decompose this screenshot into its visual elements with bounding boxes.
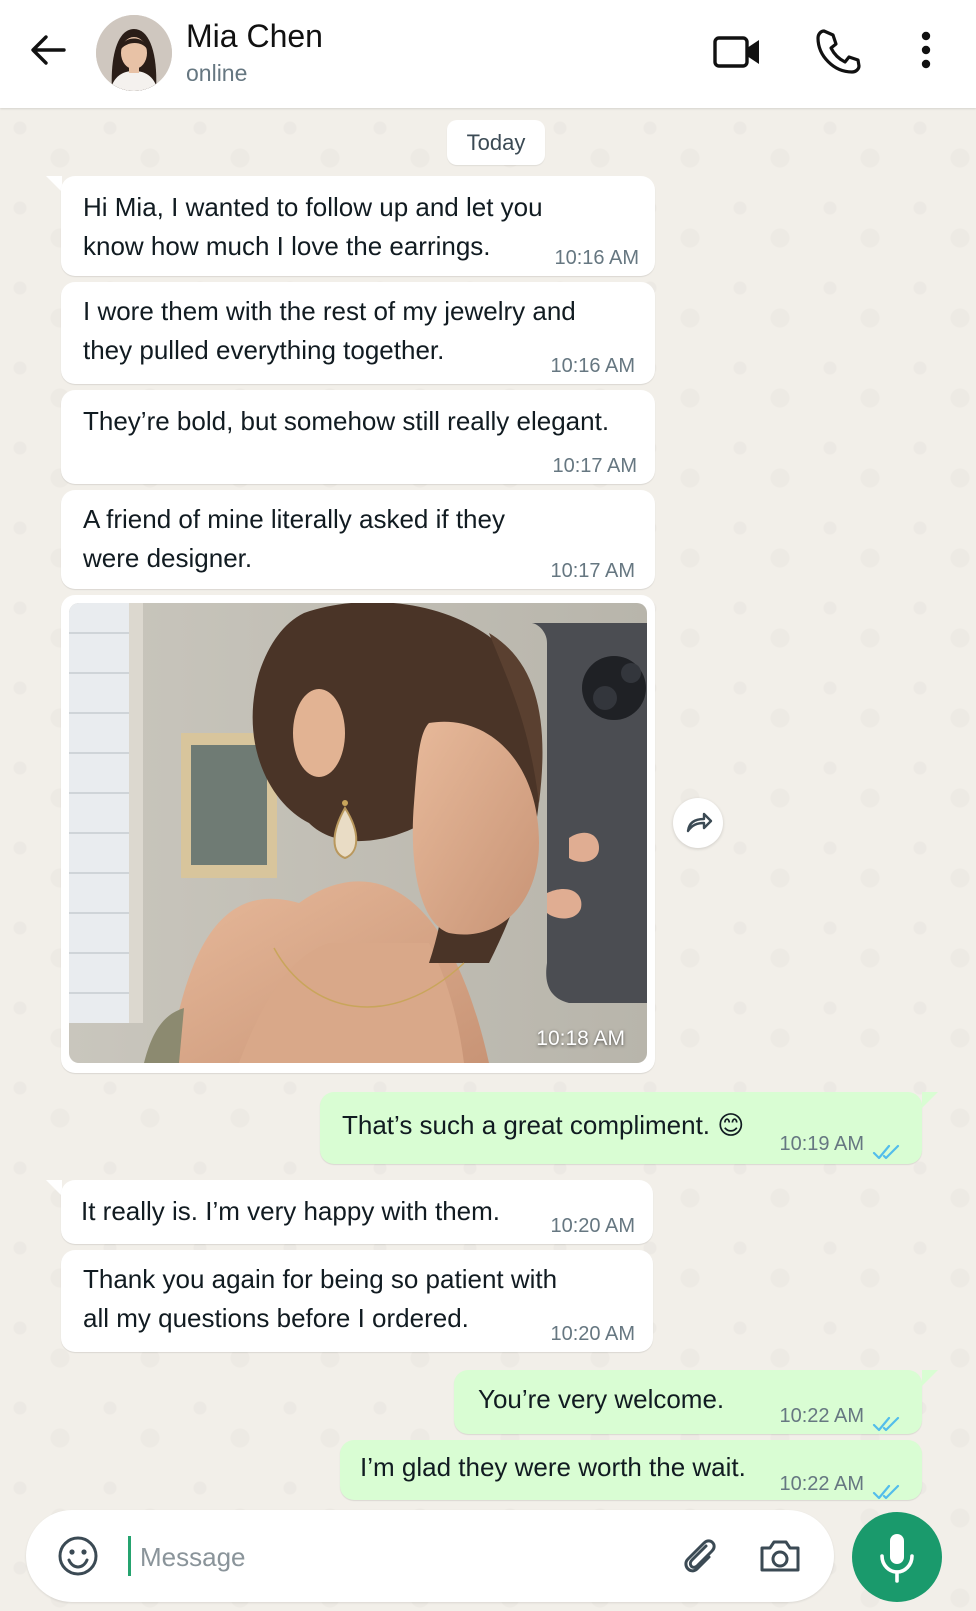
- incoming-message[interactable]: It really is. I’m very happy with them. …: [61, 1180, 653, 1244]
- message-time: 10:22 AM: [779, 1405, 864, 1427]
- message-text: they pulled everything together.: [83, 335, 445, 365]
- outgoing-message[interactable]: You’re very welcome. 10:22 AM: [454, 1370, 922, 1434]
- message-text: It really is. I’m very happy with them.: [81, 1196, 501, 1226]
- chat-header: Mia Chen online: [0, 0, 976, 108]
- incoming-message[interactable]: Hi Mia, I wanted to follow up and let yo…: [61, 176, 655, 276]
- camera-icon[interactable]: [756, 1532, 804, 1580]
- bubble-tail: [46, 1180, 62, 1196]
- message-text: I’m glad they were worth the wait.: [360, 1452, 746, 1482]
- incoming-message[interactable]: I wore them with the rest of my jewelry …: [61, 282, 655, 384]
- message-time: 10:17 AM: [552, 455, 637, 477]
- message-text: Hi Mia, I wanted to follow up and let yo…: [83, 192, 543, 222]
- message-text: You’re very welcome.: [478, 1384, 725, 1414]
- forward-icon[interactable]: [673, 798, 723, 848]
- outgoing-message[interactable]: That’s such a great compliment. 😊 10:19 …: [320, 1092, 922, 1164]
- photo-thumbnail[interactable]: 10:18 AM: [69, 603, 647, 1063]
- photo-time: 10:18 AM: [536, 1027, 625, 1050]
- contact-name[interactable]: Mia Chen: [186, 18, 323, 55]
- more-options-icon[interactable]: [904, 26, 948, 78]
- message-text: all my questions before I ordered.: [83, 1303, 469, 1333]
- message-time: 10:19 AM: [779, 1133, 864, 1155]
- message-time: 10:20 AM: [550, 1323, 635, 1345]
- avatar[interactable]: [96, 15, 172, 91]
- voice-call-icon[interactable]: [812, 26, 864, 78]
- text-caret: [128, 1536, 131, 1576]
- incoming-message[interactable]: Thank you again for being so patient wit…: [61, 1250, 653, 1352]
- message-text: A friend of mine literally asked if they: [83, 504, 505, 534]
- message-text: know how much I love the earrings.: [83, 231, 491, 261]
- message-time: 10:17 AM: [550, 560, 635, 582]
- message-text: That’s such a great compliment. 😊: [342, 1110, 745, 1140]
- message-time: 10:16 AM: [550, 355, 635, 377]
- message-text: were designer.: [83, 543, 253, 573]
- microphone-icon[interactable]: [852, 1512, 942, 1602]
- incoming-photo-message[interactable]: 10:18 AM: [61, 595, 655, 1073]
- read-receipt-icon: [872, 1406, 904, 1432]
- contact-status: online: [186, 60, 248, 86]
- message-text: Thank you again for being so patient wit…: [83, 1264, 558, 1294]
- message-time: 10:20 AM: [550, 1215, 635, 1237]
- message-time: 10:22 AM: [779, 1473, 864, 1495]
- date-separator: Today: [447, 120, 545, 165]
- incoming-message[interactable]: A friend of mine literally asked if they…: [61, 490, 655, 589]
- bubble-tail: [46, 176, 62, 192]
- message-composer: [26, 1510, 834, 1602]
- incoming-message[interactable]: They’re bold, but somehow still really e…: [61, 390, 655, 484]
- outgoing-message[interactable]: I’m glad they were worth the wait. 10:22…: [340, 1440, 922, 1500]
- message-time: 10:16 AM: [554, 247, 639, 269]
- read-receipt-icon: [872, 1474, 904, 1500]
- bubble-tail: [922, 1092, 938, 1108]
- read-receipt-icon: [872, 1134, 904, 1160]
- emoji-icon[interactable]: [56, 1534, 100, 1578]
- video-call-icon[interactable]: [712, 26, 764, 78]
- message-text: They’re bold, but somehow still really e…: [83, 406, 610, 436]
- attach-icon[interactable]: [676, 1532, 724, 1580]
- bubble-tail: [922, 1370, 938, 1386]
- message-input[interactable]: [138, 1534, 542, 1580]
- back-arrow-icon[interactable]: [24, 26, 72, 74]
- message-text: I wore them with the rest of my jewelry …: [83, 296, 576, 326]
